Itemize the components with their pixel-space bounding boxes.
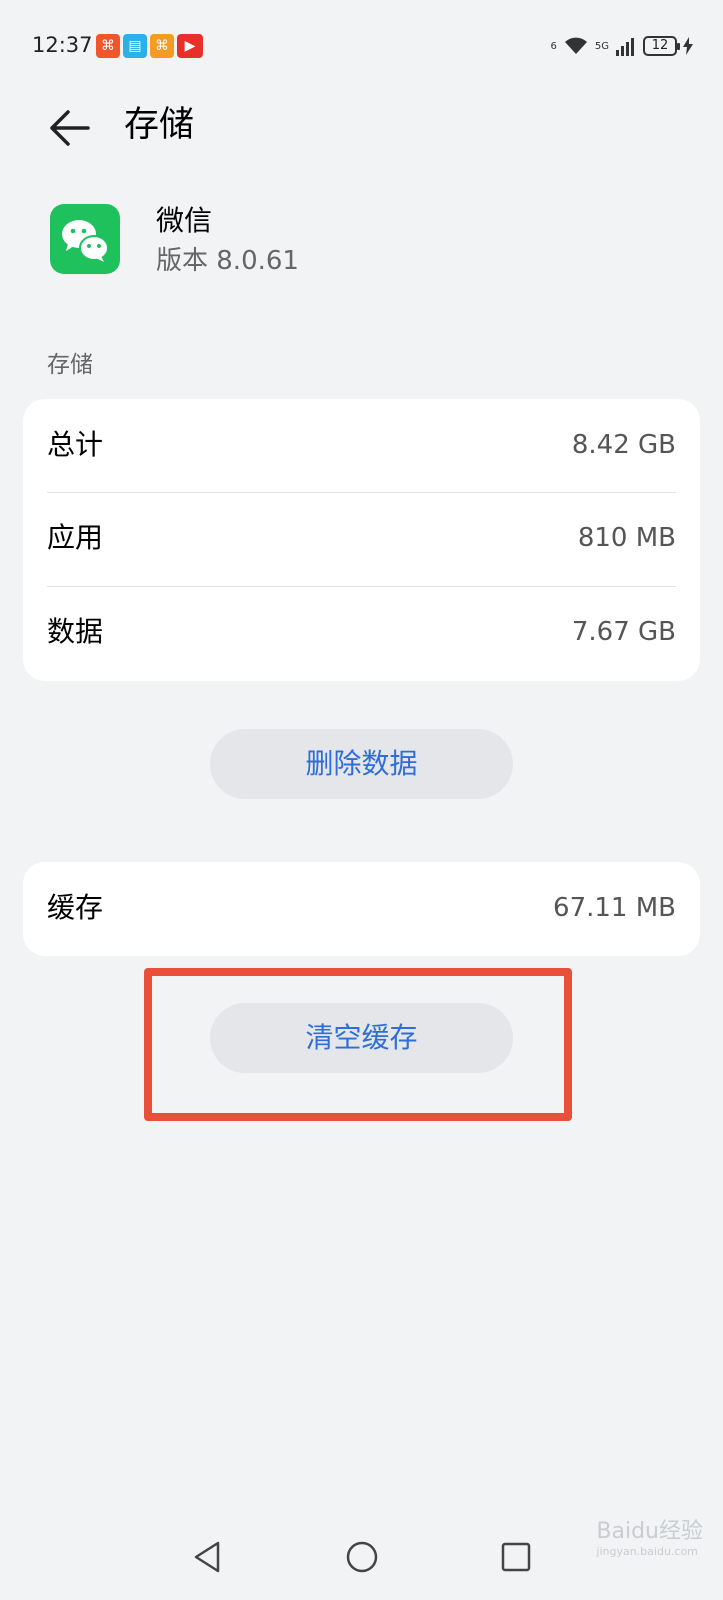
row-value: 67.11 MB xyxy=(553,893,676,923)
row-label: 应用 xyxy=(47,521,104,554)
signal-icon xyxy=(616,38,634,56)
circle-home-icon xyxy=(346,1541,378,1573)
clear-cache-button[interactable]: 清空缓存 xyxy=(210,1003,513,1073)
system-icons: 6 5G 12 xyxy=(550,34,693,58)
charging-icon xyxy=(683,37,693,55)
nav-recent-button[interactable] xyxy=(494,1535,538,1579)
network-label: 5G xyxy=(594,40,609,52)
cache-card: 缓存 67.11 MB xyxy=(23,862,700,956)
nav-back-button[interactable] xyxy=(186,1535,230,1579)
square-recent-icon xyxy=(501,1542,531,1572)
shop-app-icon: ⌘ xyxy=(150,34,174,58)
nav-home-button[interactable] xyxy=(340,1535,384,1579)
app-version: 版本 8.0.61 xyxy=(156,246,299,276)
watermark-text: Baidu经验 xyxy=(596,1519,703,1544)
video-app-icon: ▶ xyxy=(177,34,203,58)
baidu-watermark: Baidu经验 jingyan.baidu.com xyxy=(596,1513,703,1558)
status-bar: 12:37 ⌘ ▤ ⌘ ▶ 6 5G 12 xyxy=(0,0,723,92)
row-label: 总计 xyxy=(47,428,104,461)
row-value: 810 MB xyxy=(577,523,676,553)
storage-row-app: 应用 810 MB xyxy=(47,492,676,585)
storage-row-data: 数据 7.67 GB xyxy=(47,586,676,679)
cache-row: 缓存 67.11 MB xyxy=(47,862,676,955)
app-name: 微信 xyxy=(156,204,213,237)
clock: 12:37 xyxy=(32,33,93,57)
back-button[interactable] xyxy=(42,100,96,154)
delete-data-button[interactable]: 删除数据 xyxy=(210,729,513,799)
row-label: 缓存 xyxy=(47,891,104,924)
page-title: 存储 xyxy=(124,105,195,145)
storage-card: 总计 8.42 GB 应用 810 MB 数据 7.67 GB xyxy=(23,399,700,681)
header: 存储 xyxy=(0,92,723,162)
watermark-url: jingyan.baidu.com xyxy=(596,1545,698,1558)
reader-app-icon: ▤ xyxy=(123,34,147,58)
section-label-storage: 存储 xyxy=(47,352,93,378)
storage-row-total: 总计 8.42 GB xyxy=(47,399,676,492)
row-value: 7.67 GB xyxy=(571,617,676,647)
cloud-app-icon: ⌘ xyxy=(96,34,120,58)
wifi-label: 6 xyxy=(550,40,557,52)
wifi-icon xyxy=(564,37,587,54)
wechat-app-icon xyxy=(50,204,120,274)
row-value: 8.42 GB xyxy=(571,430,676,460)
row-label: 数据 xyxy=(47,615,104,648)
battery-icon: 12 xyxy=(643,36,680,56)
arrow-left-icon xyxy=(50,110,90,146)
triangle-back-icon xyxy=(194,1541,220,1573)
